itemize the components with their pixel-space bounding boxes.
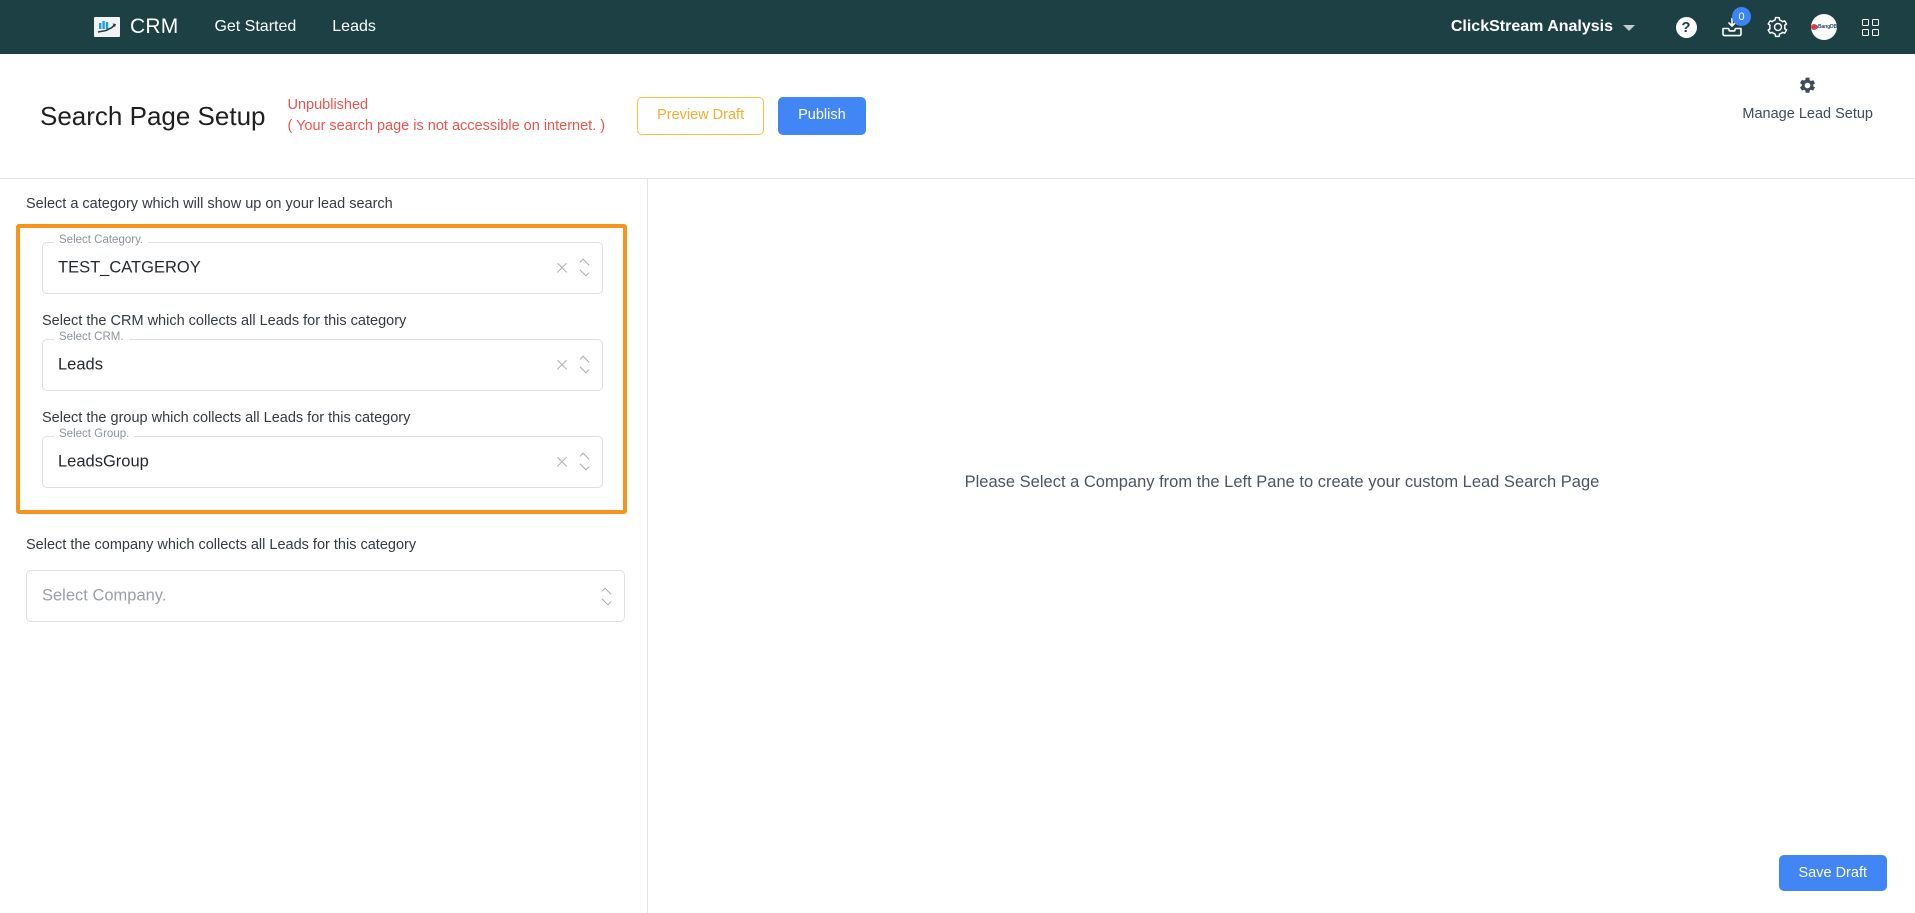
page-header: Search Page Setup Unpublished ( Your sea…	[0, 54, 1915, 178]
gear-icon	[1798, 76, 1817, 100]
group-helper-text: Select the group which collects all Lead…	[42, 409, 411, 426]
save-draft-button[interactable]: Save Draft	[1778, 855, 1887, 891]
avatar: BangDB	[1811, 14, 1837, 40]
status-badge: Unpublished	[287, 96, 369, 113]
manage-lead-setup-label: Manage Lead Setup	[1742, 106, 1873, 122]
manage-lead-setup-link[interactable]: Manage Lead Setup	[1742, 76, 1873, 122]
chevron-down-icon	[1623, 25, 1635, 31]
user-avatar-button[interactable]: BangDB	[1801, 7, 1847, 47]
inbox-button[interactable]: 0	[1709, 7, 1755, 47]
avatar-brand-mark: BangDB	[1811, 24, 1837, 30]
company-field-adornments	[600, 587, 612, 606]
apps-grid-icon	[1861, 18, 1879, 36]
apps-button[interactable]	[1847, 7, 1893, 47]
select-group-field[interactable]: Select Group. LeadsGroup	[42, 428, 603, 488]
close-x-icon[interactable]	[555, 261, 569, 275]
left-pane: Select a category which will show up on …	[0, 179, 648, 913]
empty-state-message: Please Select a Company from the Left Pa…	[964, 473, 1600, 491]
select-company-field[interactable]: Select Company.	[26, 570, 625, 623]
up-down-chevron-icon[interactable]	[578, 452, 590, 471]
brand-name[interactable]: CRM	[130, 15, 178, 39]
analytics-chart-icon	[94, 17, 120, 37]
up-down-chevron-icon[interactable]	[578, 355, 590, 374]
help-button[interactable]: ?	[1663, 7, 1709, 47]
company-field-placeholder: Select Company.	[42, 586, 167, 605]
status-description: ( Your search page is not accessible on …	[287, 118, 606, 134]
category-helper-text: Select a category which will show up on …	[26, 196, 393, 212]
header-actions: Preview Draft Publish	[637, 97, 866, 135]
crm-field-outline	[42, 338, 603, 391]
account-name: ClickStream Analysis	[1450, 18, 1613, 35]
page-title: Search Page Setup	[40, 100, 266, 131]
avatar-dot-icon	[1811, 24, 1817, 30]
close-x-icon[interactable]	[555, 358, 569, 372]
crm-field-value: Leads	[58, 355, 103, 374]
category-field-value: TEST_CATGEROY	[58, 258, 201, 277]
preview-draft-button[interactable]: Preview Draft	[637, 97, 765, 135]
select-category-field[interactable]: Select Category. TEST_CATGEROY	[42, 234, 603, 294]
right-pane: Please Select a Company from the Left Pa…	[649, 179, 1915, 913]
group-field-adornments	[555, 452, 590, 471]
nav-link-leads[interactable]: Leads	[332, 18, 376, 36]
up-down-chevron-icon[interactable]	[600, 587, 612, 606]
publish-button[interactable]: Publish	[778, 97, 866, 135]
select-crm-field[interactable]: Select CRM. Leads	[42, 331, 603, 391]
group-field-label: Select Group.	[54, 428, 135, 441]
nav-link-get-started[interactable]: Get Started	[214, 18, 296, 36]
up-down-chevron-icon[interactable]	[578, 258, 590, 277]
group-field-value: LeadsGroup	[58, 452, 149, 471]
save-draft-wrapper: Save Draft	[1778, 855, 1887, 891]
company-helper-text: Select the company which collects all Le…	[26, 536, 417, 553]
company-section: Select the company which collects all Le…	[0, 536, 647, 623]
account-switcher[interactable]: ClickStream Analysis	[1451, 18, 1635, 36]
inbox-count-badge: 0	[1732, 7, 1751, 26]
category-field-adornments	[555, 258, 590, 277]
nav-right-group: ClickStream Analysis ? 0 BangDB	[1451, 7, 1893, 47]
gear-icon	[1767, 16, 1788, 38]
crm-field-label: Select CRM.	[54, 331, 129, 344]
settings-button[interactable]	[1755, 7, 1801, 47]
nav-left-group: CRM Get Started Leads	[18, 15, 376, 39]
crm-field-adornments	[555, 355, 590, 374]
selection-highlight-box: Select Category. TEST_CATGEROY Select th…	[16, 223, 627, 514]
close-x-icon[interactable]	[555, 455, 569, 469]
content-area: Select a category which will show up on …	[0, 178, 1915, 913]
publish-status: Unpublished ( Your search page is not ac…	[288, 95, 606, 137]
help-question-icon: ?	[1675, 16, 1697, 38]
avatar-brand-text: BangDB	[1817, 24, 1837, 30]
crm-helper-text: Select the CRM which collects all Leads …	[42, 312, 407, 329]
category-field-label: Select Category.	[54, 234, 149, 247]
top-navigation-bar: CRM Get Started Leads ClickStream Analys…	[0, 0, 1915, 54]
